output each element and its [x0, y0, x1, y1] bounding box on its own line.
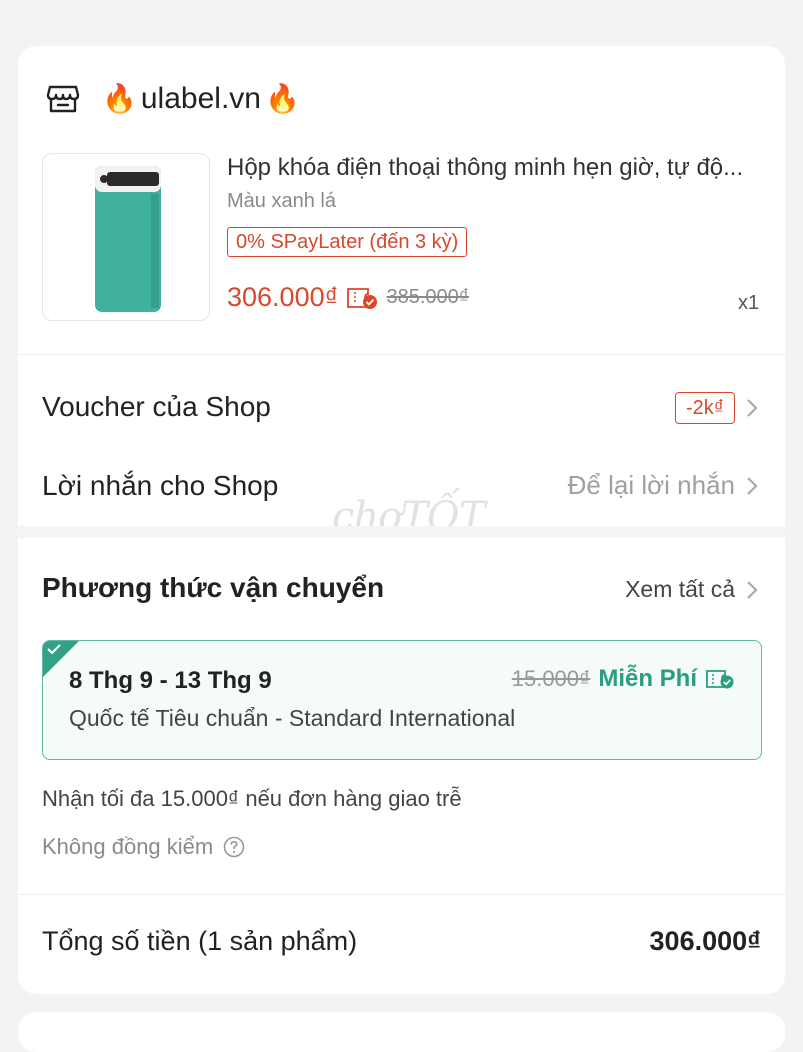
phone-lock-box-image	[95, 166, 161, 312]
voucher-label[interactable]: Voucher của Shop	[42, 391, 271, 423]
chevron-right-icon	[747, 476, 758, 495]
shipping-method-name: Quốc tế Tiêu chuẩn - Standard Internatio…	[69, 705, 516, 731]
product-price: 306.000₫	[227, 282, 339, 312]
late-delivery-note: Nhận tối đa 15.000₫ nếu đơn hàng giao tr…	[42, 786, 462, 811]
shipping-old-fee: 15.000₫	[511, 666, 591, 691]
product-image[interactable]	[42, 153, 210, 321]
message-placeholder: Để lại lời nhắn	[567, 470, 735, 500]
shop-name-label: ulabel.vn	[140, 82, 261, 115]
shipping-option-card[interactable]: 8 Thg 9 - 13 Thg 9 Quốc tế Tiêu chuẩn - …	[42, 640, 762, 760]
shipping-dates: 8 Thg 9 - 13 Thg 9	[69, 667, 272, 694]
spaylater-badge: 0% SPayLater (đến 3 kỳ)	[227, 227, 468, 257]
product-title[interactable]: Hộp khóa điện thoại thông minh hẹn giờ, …	[227, 152, 767, 184]
total-value: 306.000₫	[649, 926, 761, 956]
total-label: Tổng số tiền (1 sản phẩm)	[42, 926, 358, 956]
freeship-voucher-icon	[706, 670, 734, 689]
shipping-see-all[interactable]: Xem tất cả	[625, 576, 759, 603]
shipping-free-label: Miễn Phí	[598, 665, 697, 692]
shipping-title: Phương thức vận chuyển	[42, 572, 385, 603]
check-icon	[47, 644, 61, 655]
store-icon	[46, 85, 80, 113]
product-variant: Màu xanh lá	[227, 190, 336, 212]
next-card	[18, 1012, 785, 1052]
inspection-info[interactable]: Không đồng kiểm	[42, 834, 245, 860]
shop-name[interactable]: 🔥 ulabel.vn 🔥	[102, 82, 300, 116]
chevron-right-icon	[747, 399, 758, 417]
divider	[18, 894, 785, 895]
chevron-right-icon	[747, 580, 758, 599]
section-divider	[18, 526, 785, 538]
price-row: 306.000₫ 385.000₫	[227, 282, 469, 313]
voucher-chip: -2k₫	[674, 392, 735, 424]
message-label: Lời nhắn cho Shop	[42, 470, 279, 501]
product-old-price: 385.000₫	[386, 286, 470, 308]
see-all-link: Xem tất cả	[625, 576, 735, 602]
order-card: 🔥 ulabel.vn 🔥 Hộp khóa điện thoại thông …	[18, 46, 785, 994]
message-input[interactable]: Để lại lời nhắn	[568, 470, 759, 501]
voucher-applied-icon	[347, 287, 378, 309]
fire-icon: 🔥	[264, 83, 300, 114]
product-quantity: x1	[738, 292, 760, 314]
voucher-selector[interactable]: -2k₫	[674, 392, 759, 424]
divider	[18, 354, 785, 355]
fire-icon: 🔥	[102, 83, 137, 114]
shipping-fee: 15.000₫ Miễn Phí	[512, 665, 735, 693]
help-icon	[223, 836, 245, 858]
inspection-label: Không đồng kiểm	[42, 834, 214, 859]
